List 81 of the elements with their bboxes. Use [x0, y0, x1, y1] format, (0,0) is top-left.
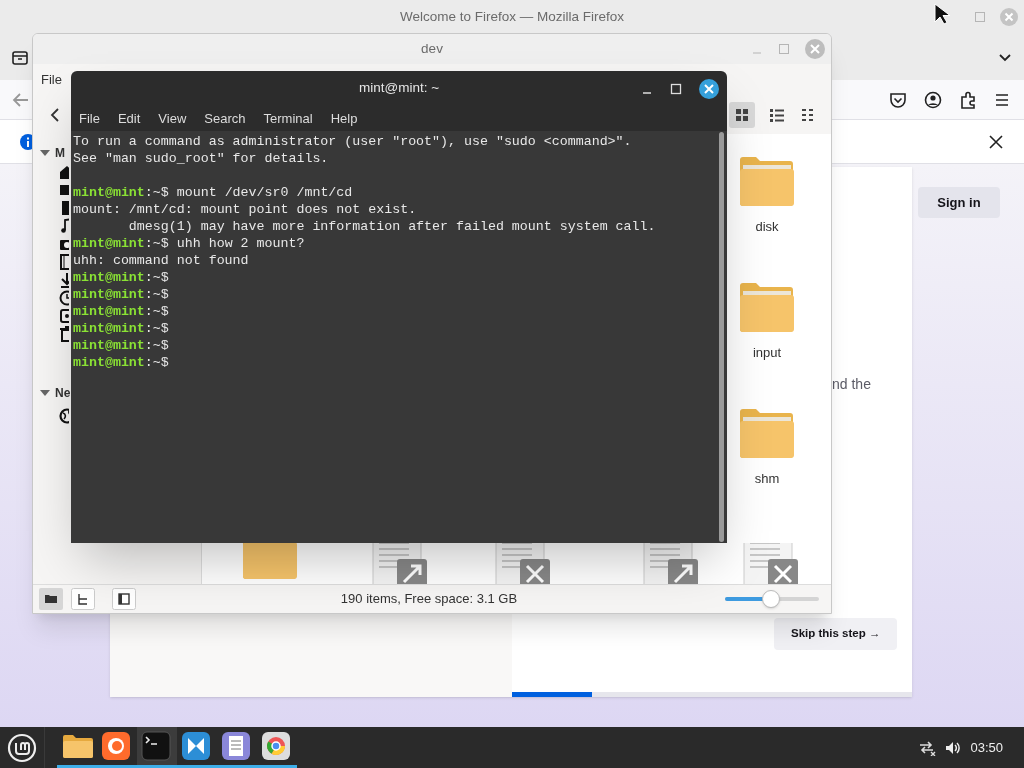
body-text: nd the: [832, 375, 871, 394]
places-view-icon[interactable]: [39, 588, 63, 610]
tree-view-icon[interactable]: [71, 588, 95, 610]
account-icon[interactable]: [924, 90, 942, 109]
status-text: 190 items, Free space: 3.1 GB: [339, 590, 519, 609]
window-title: Welcome to Firefox — Mozilla Firefox: [399, 7, 625, 26]
mouse-cursor-icon: [934, 3, 950, 25]
prompt-user: mint@mint: [73, 287, 145, 302]
menu-item[interactable]: Edit: [117, 108, 141, 129]
terminal-output-line: uhh: command not found: [73, 253, 249, 268]
close-icon[interactable]: [988, 133, 1004, 150]
broken-link-document-icon[interactable]: [494, 543, 552, 584]
expander-triangle-icon[interactable]: [40, 388, 50, 398]
file-name[interactable]: input: [752, 343, 782, 363]
download-icon[interactable]: [59, 272, 69, 288]
linked-document-icon[interactable]: [642, 543, 700, 584]
file-name[interactable]: shm: [754, 469, 780, 489]
prompt-user: mint@mint: [73, 321, 145, 336]
expander-triangle-icon[interactable]: [40, 148, 50, 158]
slider-thumb[interactable]: [762, 590, 781, 608]
terminal-output-line: mount: /mnt/cd: mount point does not exist.: [73, 202, 417, 217]
prompt-path: :~$: [144, 304, 169, 319]
network-disconnected-icon[interactable]: [918, 739, 937, 756]
film-icon[interactable]: [59, 254, 69, 270]
window-title: dev: [421, 39, 443, 58]
sidebar-toggle-icon[interactable]: [112, 588, 136, 610]
mint-logo-icon[interactable]: [7, 732, 37, 763]
fox-browser-icon: [101, 731, 133, 761]
prompt-user: mint@mint: [73, 185, 145, 200]
prompt-user: mint@mint: [73, 304, 145, 319]
prompt-user: mint@mint: [73, 236, 145, 251]
document-icon[interactable]: [59, 200, 69, 216]
prompt-path: :~$: [144, 185, 169, 200]
window-title: mint@mint: ~: [358, 79, 440, 98]
prompt-user: mint@mint: [73, 270, 145, 285]
menu-item[interactable]: Help: [330, 108, 358, 129]
close-icon[interactable]: [699, 79, 719, 99]
menu-item[interactable]: View: [158, 108, 187, 129]
prompt-path: :~$: [144, 236, 169, 251]
sign-in-button[interactable]: Sign in: [918, 187, 1000, 218]
desktop-icon[interactable]: [59, 182, 69, 198]
menu-icon[interactable]: [994, 91, 1010, 108]
file-name[interactable]: disk: [755, 217, 779, 237]
tab-list-icon[interactable]: [11, 48, 29, 66]
command-text: uhh how 2 mount?: [175, 236, 305, 251]
text-editor-icon: [221, 731, 253, 761]
prompt-path: :~$: [144, 321, 169, 336]
linked-document-icon[interactable]: [371, 543, 429, 584]
terminal-output-line: To run a command as administrator (user "root"), use "sudo <command>".: [73, 134, 632, 149]
skip-button[interactable]: Skip this step →: [774, 618, 898, 650]
taskbar-app-button[interactable]: [137, 727, 177, 768]
prompt-path: :~$: [144, 270, 169, 285]
puzzle-piece-icon[interactable]: [959, 90, 977, 109]
terminal-output-line: See "man sudo_root" for details.: [73, 151, 329, 166]
terminal-icon: [141, 731, 173, 761]
list-view-icon[interactable]: [768, 106, 786, 124]
home-icon[interactable]: [59, 164, 69, 180]
prompt-path: :~$: [144, 355, 169, 370]
menu-item[interactable]: File: [79, 108, 100, 129]
chrome-browser-icon: [261, 731, 293, 761]
scrollbar-thumb[interactable]: [719, 132, 724, 542]
terminal-output-line: dmesg(1) may have more information after failed mount system call.: [127, 219, 656, 234]
pocket-icon[interactable]: [889, 90, 907, 109]
menu-item[interactable]: Terminal: [263, 108, 313, 129]
broken-link-document-icon[interactable]: [742, 543, 800, 584]
grid-view-icon[interactable]: [729, 102, 755, 128]
prompt-path: :~$: [144, 287, 169, 302]
clock-icon[interactable]: [59, 290, 69, 306]
menu-item[interactable]: Search: [204, 108, 246, 129]
maximize-icon[interactable]: [670, 83, 682, 95]
prompt-user: mint@mint: [73, 338, 145, 353]
software-manager-icon: [181, 731, 213, 761]
command-text: mount /dev/sr0 /mnt/cd: [175, 185, 353, 200]
prompt-path: :~$: [144, 338, 169, 353]
section-heading: M: [55, 145, 65, 162]
volume-icon[interactable]: [944, 739, 963, 756]
prompt-user: mint@mint: [73, 355, 145, 370]
clock-text: 03:50: [970, 738, 1003, 757]
section-heading: Ne: [55, 385, 71, 402]
menu-item[interactable]: File: [40, 70, 63, 90]
music-note-icon[interactable]: [59, 218, 69, 234]
